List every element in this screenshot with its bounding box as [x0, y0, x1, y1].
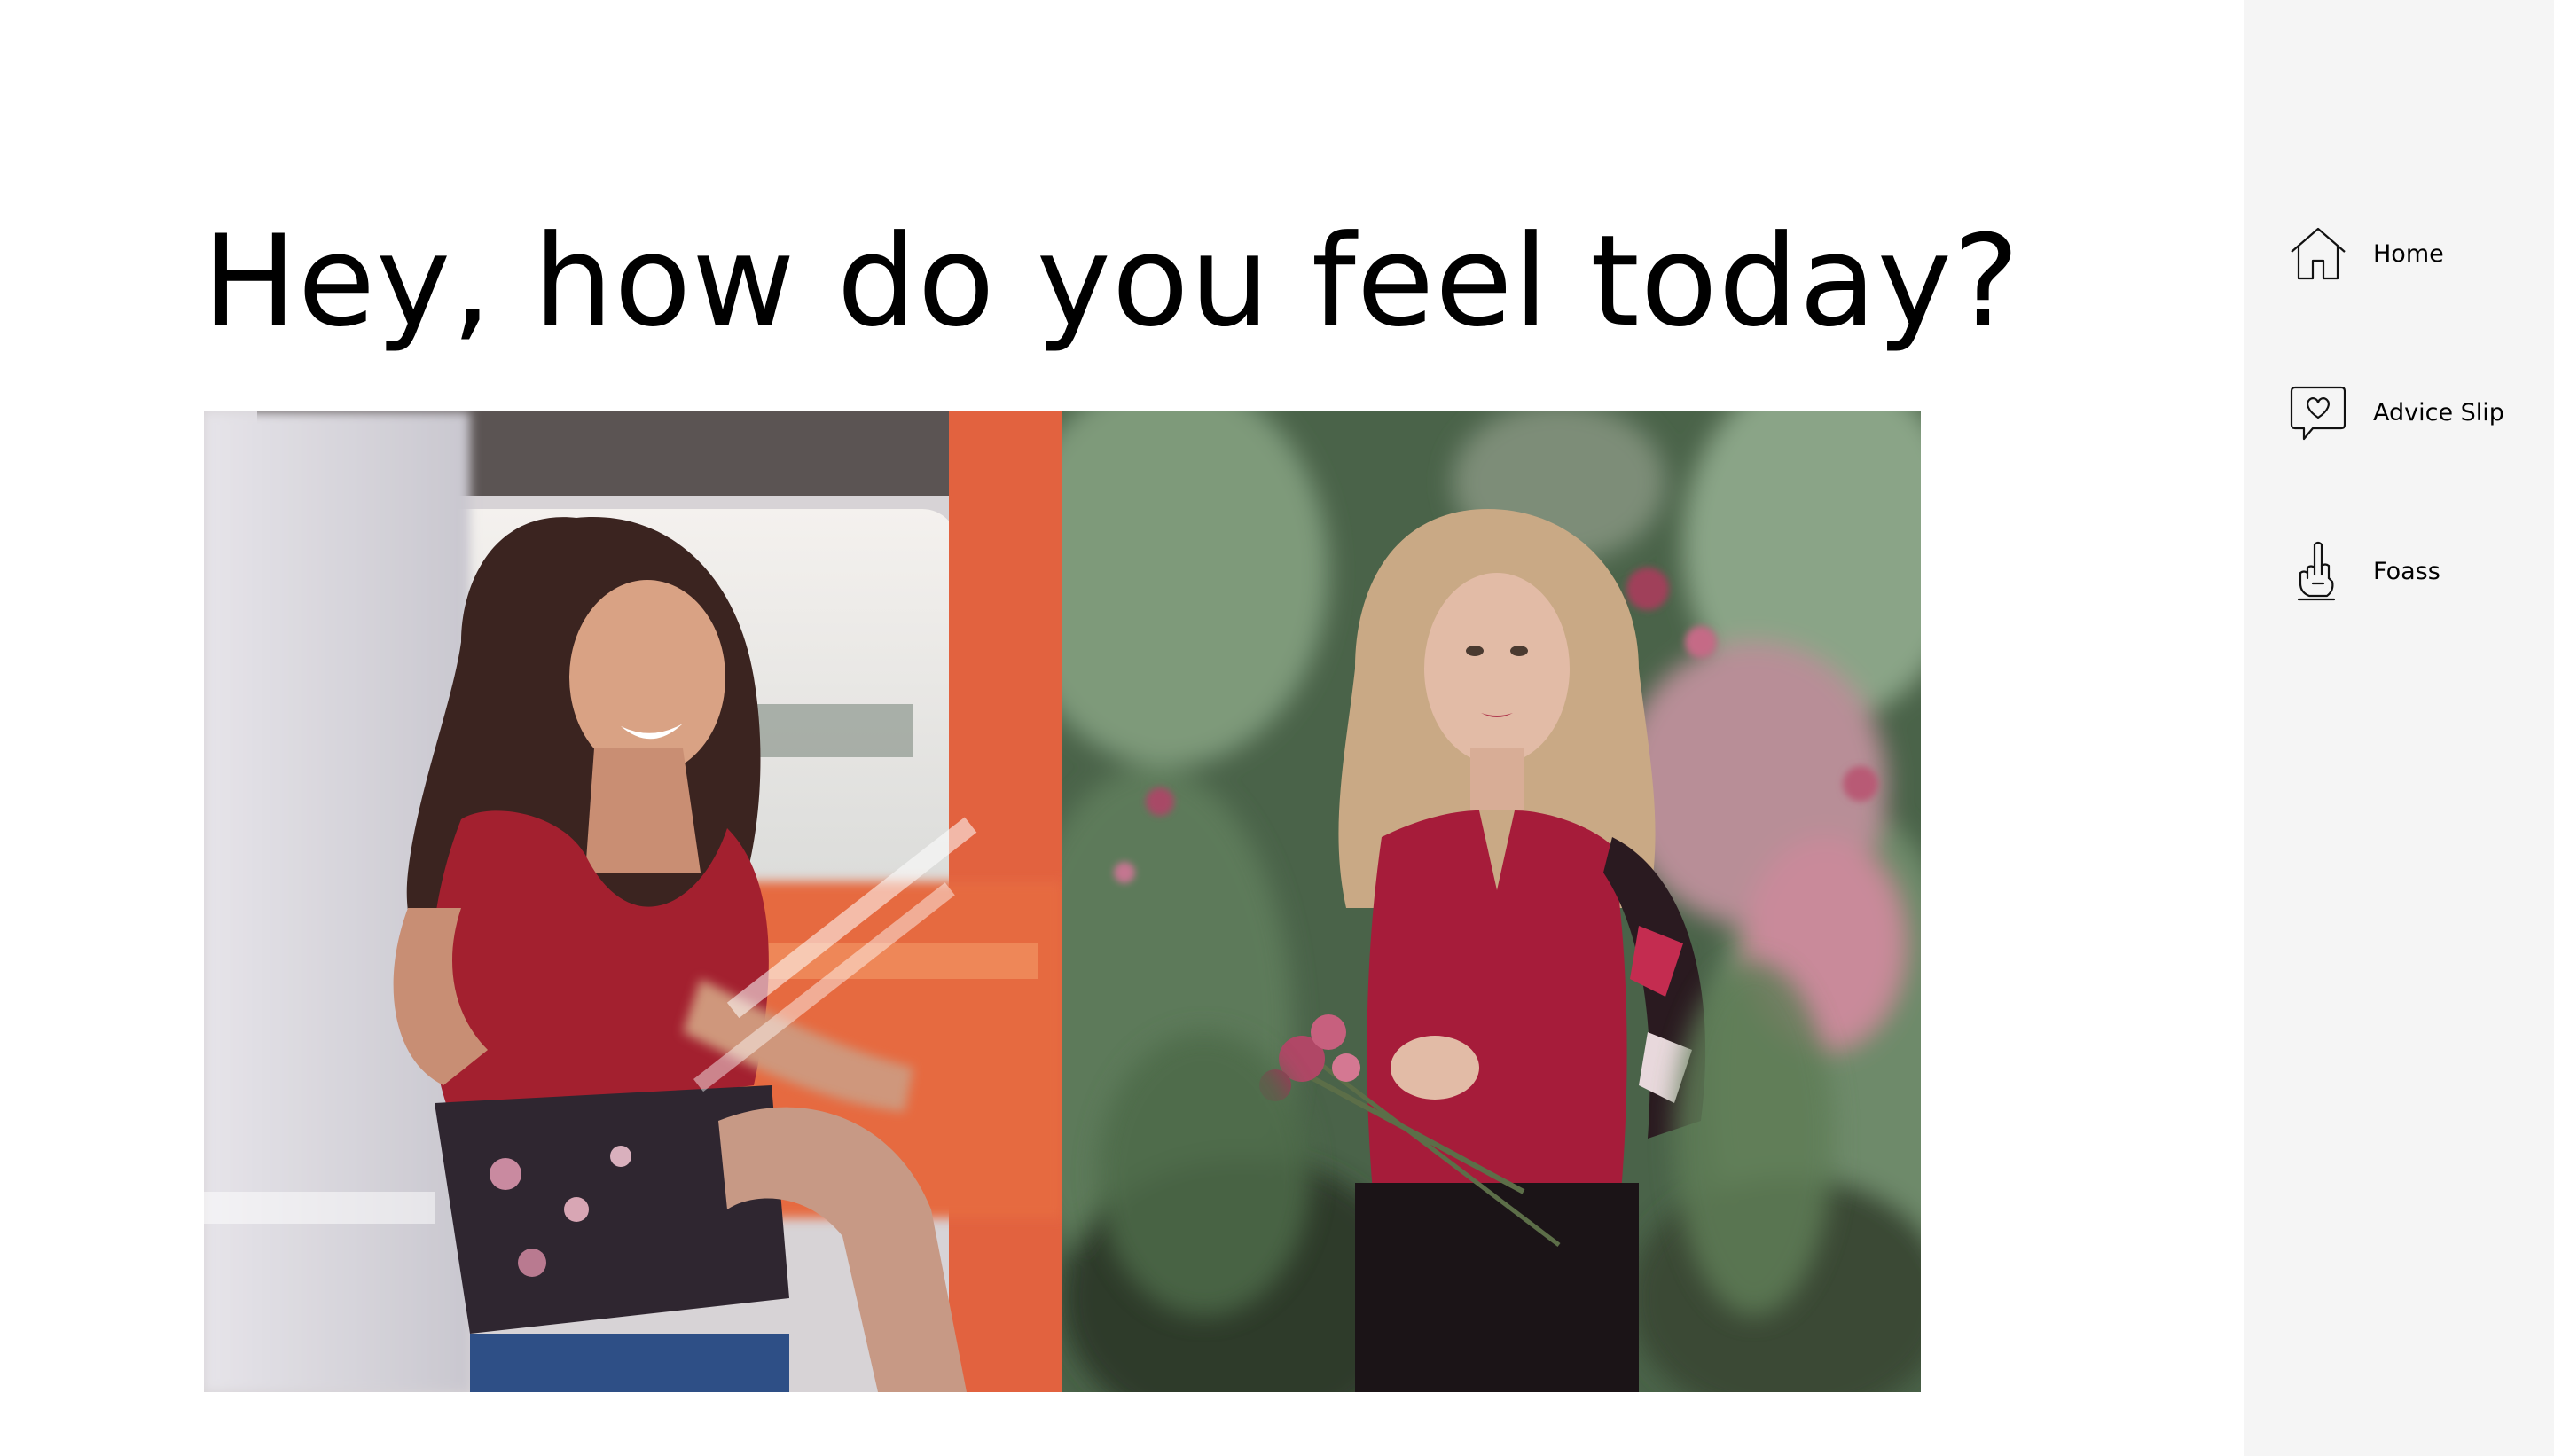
photo-woman-with-flowers	[1062, 411, 1921, 1392]
sidebar-item-advice-slip[interactable]: Advice Slip	[2286, 377, 2504, 448]
middle-finger-hand-icon	[2286, 539, 2350, 603]
photo-woman-in-vehicle	[204, 411, 1062, 1392]
sidebar-item-home[interactable]: Home	[2286, 218, 2444, 289]
sidebar-item-advice-slip-label: Advice Slip	[2373, 398, 2504, 427]
photo-gallery	[204, 411, 1921, 1392]
sidebar: Home Advice Slip Foass	[2244, 0, 2554, 1456]
sidebar-item-foass-label: Foass	[2373, 557, 2440, 585]
photo-woman-with-flowers-image	[1062, 411, 1921, 1392]
photo-woman-in-vehicle-image	[204, 411, 1062, 1392]
sidebar-item-home-label: Home	[2373, 239, 2444, 268]
heart-speech-bubble-icon	[2286, 380, 2350, 444]
page-title: Hey, how do you feel today?	[202, 208, 2021, 355]
main-content: Hey, how do you feel today?	[0, 0, 2244, 1456]
page: Hey, how do you feel today? Home Advice …	[0, 0, 2554, 1456]
home-icon	[2286, 222, 2350, 286]
sidebar-item-foass[interactable]: Foass	[2286, 536, 2440, 607]
